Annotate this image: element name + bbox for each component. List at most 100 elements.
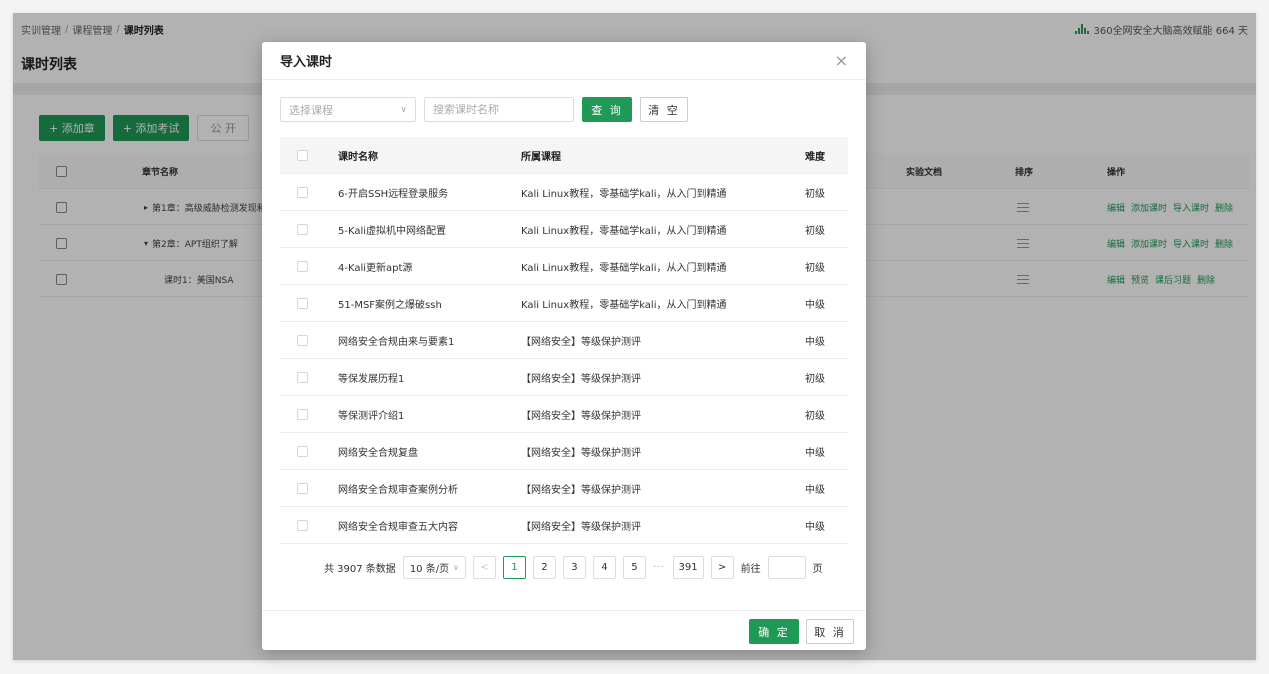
difficulty-level: 初级 bbox=[805, 374, 825, 385]
course-name: 【网络安全】等级保护测评 bbox=[521, 448, 641, 459]
delete-link[interactable]: 删除 bbox=[1215, 201, 1233, 214]
signal-icon bbox=[1075, 24, 1090, 34]
select-all-checkbox[interactable] bbox=[56, 165, 67, 177]
difficulty-level: 中级 bbox=[805, 522, 825, 533]
add-exam-button[interactable]: + 添加考试 bbox=[112, 115, 190, 141]
security-days-badge: 360全网安全大脑高效赋能 664 天 bbox=[1075, 22, 1248, 37]
next-page-button[interactable]: > bbox=[710, 556, 734, 579]
prev-page-button[interactable]: < bbox=[472, 556, 496, 579]
table-row[interactable]: 6-开启SSH远程登录服务 Kali Linux教程，零基础学kali，从入门到精… bbox=[280, 174, 848, 211]
table-row[interactable]: 网络安全合规由来与要素1 【网络安全】等级保护测评 中级 bbox=[280, 322, 848, 359]
col-header-level: 难度 bbox=[805, 152, 825, 163]
col-header-sort: 排序 bbox=[1015, 167, 1034, 178]
table-row[interactable]: 等保发展历程1 【网络安全】等级保护测评 初级 bbox=[280, 359, 848, 396]
import-lesson-link[interactable]: 导入课时 bbox=[1173, 201, 1209, 214]
course-name: Kali Linux教程，零基础学kali，从入门到精通 bbox=[521, 226, 727, 237]
dialog-title: 导入课时 bbox=[280, 55, 333, 70]
table-row[interactable]: 5-Kali虚拟机中网络配置 Kali Linux教程，零基础学kali，从入门到… bbox=[280, 211, 848, 248]
course-name: Kali Linux教程，零基础学kali，从入门到精通 bbox=[521, 189, 727, 200]
chevron-down-icon: ∨ bbox=[453, 563, 459, 572]
table-row[interactable]: 网络安全合规审查案例分析 【网络安全】等级保护测评 中级 bbox=[280, 470, 848, 507]
breadcrumb-item-training[interactable]: 实训管理 bbox=[21, 22, 61, 37]
course-name: 【网络安全】等级保护测评 bbox=[521, 374, 641, 385]
query-button[interactable]: 查 询 bbox=[582, 97, 632, 122]
edit-link[interactable]: 编辑 bbox=[1107, 237, 1125, 250]
difficulty-level: 初级 bbox=[805, 263, 825, 274]
chapter-name[interactable]: 第2章：APT组织了解 bbox=[144, 225, 238, 261]
total-count: 共 3907 条数据 bbox=[324, 564, 396, 575]
last-page-button[interactable]: 391 bbox=[672, 556, 704, 579]
lesson-name: 网络安全合规复盘 bbox=[338, 448, 418, 459]
pagination: 共 3907 条数据 10 条/页 ∨ < 1 2 3 4 5 ··· 391 … bbox=[324, 556, 823, 579]
chapter-name[interactable]: 第1章：高级威胁检测发现和 bbox=[144, 189, 266, 225]
row-checkbox[interactable] bbox=[56, 273, 67, 285]
clear-button[interactable]: 清 空 bbox=[640, 97, 688, 122]
page-button-2[interactable]: 2 bbox=[532, 556, 556, 579]
lesson-name: 网络安全合规审查五大内容 bbox=[338, 522, 458, 533]
col-header-lesson-name: 课时名称 bbox=[338, 152, 378, 163]
page-button-4[interactable]: 4 bbox=[592, 556, 616, 579]
row-checkbox[interactable] bbox=[297, 409, 308, 420]
table-row[interactable]: 51-MSF案例之爆破ssh Kali Linux教程，零基础学kali，从入门到… bbox=[280, 285, 848, 322]
breadcrumb-item-course[interactable]: 课程管理 bbox=[72, 22, 112, 37]
goto-label: 前往 bbox=[740, 564, 761, 575]
table-row[interactable]: 网络安全合规复盘 【网络安全】等级保护测评 中级 bbox=[280, 433, 848, 470]
drag-handle-icon[interactable] bbox=[1017, 238, 1029, 248]
breadcrumb-item-current: 课时列表 bbox=[123, 25, 164, 37]
row-checkbox[interactable] bbox=[56, 201, 67, 213]
course-name: Kali Linux教程，零基础学kali，从入门到精通 bbox=[521, 263, 727, 274]
public-button[interactable]: 公 开 bbox=[197, 115, 249, 141]
page-unit-label: 页 bbox=[812, 564, 823, 575]
page-button-5[interactable]: 5 bbox=[622, 556, 646, 579]
difficulty-level: 中级 bbox=[805, 448, 825, 459]
search-bar: 选择课程 ∨ 查 询 清 空 bbox=[280, 97, 688, 122]
row-checkbox[interactable] bbox=[297, 224, 308, 235]
col-header-course: 所属课程 bbox=[521, 152, 561, 163]
course-name: 【网络安全】等级保护测评 bbox=[521, 485, 641, 496]
add-lesson-link[interactable]: 添加课时 bbox=[1131, 201, 1167, 214]
confirm-button[interactable]: 确 定 bbox=[749, 619, 799, 644]
select-all-checkbox[interactable] bbox=[297, 150, 308, 161]
drag-handle-icon[interactable] bbox=[1017, 274, 1029, 284]
breadcrumb-separator: / bbox=[65, 23, 69, 35]
more-pages-icon[interactable]: ··· bbox=[653, 562, 666, 573]
lesson-search-input[interactable] bbox=[424, 97, 574, 122]
row-checkbox[interactable] bbox=[56, 237, 67, 249]
row-checkbox[interactable] bbox=[297, 483, 308, 494]
cancel-button[interactable]: 取 消 bbox=[806, 619, 854, 644]
row-checkbox[interactable] bbox=[297, 187, 308, 198]
table-row[interactable]: 网络安全合规审查五大内容 【网络安全】等级保护测评 中级 bbox=[280, 507, 848, 544]
edit-link[interactable]: 编辑 bbox=[1107, 273, 1125, 286]
dialog-header: 导入课时 × bbox=[262, 42, 866, 80]
lesson-name: 网络安全合规审查案例分析 bbox=[338, 485, 458, 496]
add-lesson-link[interactable]: 添加课时 bbox=[1131, 237, 1167, 250]
table-row[interactable]: 等保测评介绍1 【网络安全】等级保护测评 初级 bbox=[280, 396, 848, 433]
row-checkbox[interactable] bbox=[297, 298, 308, 309]
lesson-name: 51-MSF案例之爆破ssh bbox=[338, 300, 442, 311]
col-header-ops: 操作 bbox=[1107, 167, 1126, 178]
delete-link[interactable]: 删除 bbox=[1215, 237, 1233, 250]
preview-link[interactable]: 预览 bbox=[1131, 273, 1149, 286]
table-row[interactable]: 4-Kali更新apt源 Kali Linux教程，零基础学kali，从入门到精通… bbox=[280, 248, 848, 285]
row-checkbox[interactable] bbox=[297, 335, 308, 346]
course-name: 【网络安全】等级保护测评 bbox=[521, 337, 641, 348]
row-checkbox[interactable] bbox=[297, 520, 308, 531]
goto-page-input[interactable] bbox=[767, 556, 806, 579]
delete-link[interactable]: 删除 bbox=[1197, 273, 1215, 286]
page-size-select[interactable]: 10 条/页 ∨ bbox=[402, 556, 466, 579]
import-lesson-link[interactable]: 导入课时 bbox=[1173, 237, 1209, 250]
row-checkbox[interactable] bbox=[297, 446, 308, 457]
exercise-link[interactable]: 课后习题 bbox=[1155, 273, 1191, 286]
page-button-3[interactable]: 3 bbox=[562, 556, 586, 579]
breadcrumb-separator: / bbox=[116, 23, 120, 35]
course-select[interactable]: 选择课程 ∨ bbox=[280, 97, 416, 122]
drag-handle-icon[interactable] bbox=[1017, 202, 1029, 212]
lesson-name: 等保测评介绍1 bbox=[338, 411, 405, 422]
page-button-1[interactable]: 1 bbox=[502, 556, 526, 579]
add-chapter-button[interactable]: + 添加章 bbox=[39, 115, 105, 141]
row-checkbox[interactable] bbox=[297, 372, 308, 383]
page-size-value: 10 条/页 bbox=[409, 564, 450, 575]
edit-link[interactable]: 编辑 bbox=[1107, 201, 1125, 214]
close-icon[interactable]: × bbox=[835, 52, 848, 69]
row-checkbox[interactable] bbox=[297, 261, 308, 272]
